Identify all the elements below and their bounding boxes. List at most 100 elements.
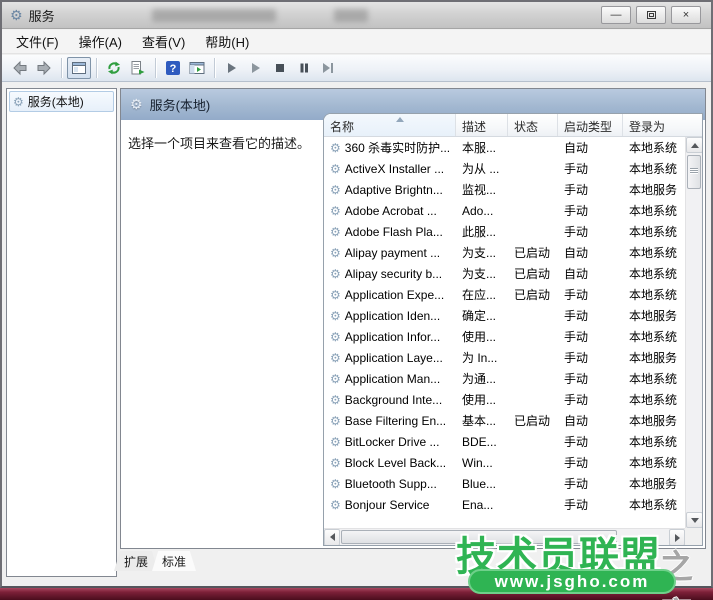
show-hide-pane-button[interactable] bbox=[185, 57, 209, 79]
service-row[interactable]: ⚙ Background Inte... 使用... 手动 本地系统 bbox=[324, 389, 685, 410]
export-list-button[interactable] bbox=[126, 57, 150, 79]
service-logon-as: 本地服务 bbox=[629, 477, 678, 491]
horizontal-scroll-thumb[interactable] bbox=[341, 530, 617, 544]
service-row[interactable]: ⚙ Adaptive Brightn... 监视... 手动 本地服务 bbox=[324, 179, 685, 200]
menu-file[interactable]: 文件(F) bbox=[6, 29, 69, 54]
menu-action[interactable]: 操作(A) bbox=[69, 29, 132, 54]
vertical-scrollbar[interactable] bbox=[685, 137, 702, 528]
service-gear-icon: ⚙ bbox=[330, 434, 341, 449]
service-row[interactable]: ⚙ Bluetooth Supp... Blue... 手动 本地服务 bbox=[324, 473, 685, 494]
export-list-icon bbox=[131, 61, 145, 75]
scroll-down-button[interactable] bbox=[686, 512, 702, 528]
minimize-icon: — bbox=[610, 8, 622, 21]
view-tab-strip: 扩展 标准 bbox=[114, 551, 197, 571]
service-gear-icon: ⚙ bbox=[330, 182, 341, 197]
forward-button[interactable] bbox=[32, 57, 56, 79]
scroll-left-icon bbox=[329, 533, 335, 541]
service-status: 已启动 bbox=[514, 414, 551, 428]
service-logon-as: 本地系统 bbox=[629, 498, 678, 512]
service-row[interactable]: ⚙ Application Infor... 使用... 手动 本地系统 bbox=[324, 326, 685, 347]
service-row[interactable]: ⚙ Base Filtering En... 基本... 已启动 自动 本地服务 bbox=[324, 410, 685, 431]
service-gear-icon: ⚙ bbox=[330, 476, 341, 491]
menu-view[interactable]: 查看(V) bbox=[132, 29, 195, 54]
service-name: ActiveX Installer ... bbox=[344, 161, 445, 176]
restart-service-button[interactable] bbox=[316, 57, 340, 79]
services-gear-icon: ⚙ bbox=[13, 94, 24, 109]
help-button[interactable]: ? bbox=[161, 57, 185, 79]
start-service-button[interactable] bbox=[220, 57, 244, 79]
list-header: 名称 描述 状态 启动类型 登录为 bbox=[324, 114, 702, 137]
service-gear-icon: ⚙ bbox=[330, 161, 341, 176]
service-row[interactable]: ⚙ ActiveX Installer ... 为从 ... 手动 本地系统 bbox=[324, 158, 685, 179]
menu-help[interactable]: 帮助(H) bbox=[195, 29, 259, 54]
horizontal-scrollbar[interactable] bbox=[324, 528, 685, 545]
service-row[interactable]: ⚙ Adobe Flash Pla... 此服... 手动 本地系统 bbox=[324, 221, 685, 242]
service-description: 基本... bbox=[462, 414, 497, 428]
service-gear-icon: ⚙ bbox=[330, 308, 341, 323]
service-name: Alipay payment ... bbox=[344, 245, 441, 260]
svg-text:?: ? bbox=[170, 63, 177, 75]
stop-service-button[interactable] bbox=[268, 57, 292, 79]
scroll-right-button[interactable] bbox=[669, 529, 685, 545]
back-button[interactable] bbox=[8, 57, 32, 79]
title-bar[interactable]: ⚙ 服务 — × bbox=[2, 2, 711, 29]
column-header-logon-as[interactable]: 登录为 bbox=[623, 114, 702, 136]
service-gear-icon: ⚙ bbox=[330, 350, 341, 365]
service-gear-icon: ⚙ bbox=[330, 245, 341, 260]
column-header-startup-type[interactable]: 启动类型 bbox=[558, 114, 623, 136]
service-name: Block Level Back... bbox=[344, 455, 447, 470]
service-row[interactable]: ⚙ 360 杀毒实时防护... 本服... 自动 本地系统 bbox=[324, 137, 685, 158]
scroll-up-button[interactable] bbox=[686, 137, 702, 153]
pause-service-button[interactable] bbox=[292, 57, 316, 79]
service-gear-icon: ⚙ bbox=[330, 497, 341, 512]
console-tree-panel: ⚙ 服务(本地) bbox=[6, 88, 117, 577]
minimize-button[interactable]: — bbox=[601, 6, 631, 24]
service-startup-type: 手动 bbox=[564, 372, 589, 386]
maximize-button[interactable] bbox=[636, 6, 666, 24]
service-row[interactable]: ⚙ Adobe Acrobat ... Ado... 手动 本地系统 bbox=[324, 200, 685, 221]
tab-standard[interactable]: 标准 bbox=[152, 551, 197, 571]
service-row[interactable]: ⚙ Bonjour Service Ena... 手动 本地系统 bbox=[324, 494, 685, 515]
service-startup-type: 手动 bbox=[564, 309, 589, 323]
vertical-scroll-thumb[interactable] bbox=[687, 155, 701, 189]
scrollbar-corner bbox=[685, 528, 702, 545]
service-name: Application Expe... bbox=[344, 287, 445, 302]
service-row[interactable]: ⚙ Block Level Back... Win... 手动 本地系统 bbox=[324, 452, 685, 473]
toolbar-separator bbox=[155, 58, 156, 78]
refresh-button[interactable] bbox=[102, 57, 126, 79]
service-row[interactable]: ⚙ Application Man... 为通... 手动 本地系统 bbox=[324, 368, 685, 389]
tree-item-services-local[interactable]: ⚙ 服务(本地) bbox=[9, 91, 114, 112]
service-logon-as: 本地系统 bbox=[629, 267, 678, 281]
service-row[interactable]: ⚙ BitLocker Drive ... BDE... 手动 本地系统 bbox=[324, 431, 685, 452]
menu-bar: 文件(F) 操作(A) 查看(V) 帮助(H) bbox=[2, 30, 711, 54]
scroll-left-button[interactable] bbox=[324, 528, 340, 545]
service-gear-icon: ⚙ bbox=[330, 203, 341, 218]
services-gear-icon: ⚙ bbox=[130, 96, 143, 112]
help-icon: ? bbox=[166, 61, 180, 75]
column-header-description[interactable]: 描述 bbox=[456, 114, 508, 136]
service-name: Application Man... bbox=[344, 371, 441, 386]
service-logon-as: 本地系统 bbox=[629, 456, 678, 470]
column-header-status[interactable]: 状态 bbox=[508, 114, 558, 136]
service-description: 在应... bbox=[462, 288, 497, 302]
service-name: Alipay security b... bbox=[344, 266, 443, 281]
play-icon bbox=[252, 63, 260, 73]
service-row[interactable]: ⚙ Application Iden... 确定... 手动 本地服务 bbox=[324, 305, 685, 326]
service-gear-icon: ⚙ bbox=[330, 287, 341, 302]
service-name: Application Iden... bbox=[344, 308, 441, 323]
service-description: 监视... bbox=[462, 183, 497, 197]
show-console-tree-button[interactable] bbox=[67, 57, 91, 79]
resume-service-button[interactable] bbox=[244, 57, 268, 79]
close-button[interactable]: × bbox=[671, 6, 701, 24]
column-header-name[interactable]: 名称 bbox=[324, 114, 456, 136]
service-row[interactable]: ⚙ Alipay payment ... 为支... 已启动 自动 本地系统 bbox=[324, 242, 685, 263]
service-description: 为从 ... bbox=[462, 162, 500, 176]
toolbar-separator bbox=[96, 58, 97, 78]
service-row[interactable]: ⚙ Alipay security b... 为支... 已启动 自动 本地系统 bbox=[324, 263, 685, 284]
service-description: 为支... bbox=[462, 246, 497, 260]
service-row[interactable]: ⚙ Application Expe... 在应... 已启动 手动 本地系统 bbox=[324, 284, 685, 305]
service-description: 为支... bbox=[462, 267, 497, 281]
tab-extended[interactable]: 扩展 bbox=[114, 551, 159, 571]
service-row[interactable]: ⚙ Application Laye... 为 In... 手动 本地服务 bbox=[324, 347, 685, 368]
service-logon-as: 本地系统 bbox=[629, 288, 678, 302]
